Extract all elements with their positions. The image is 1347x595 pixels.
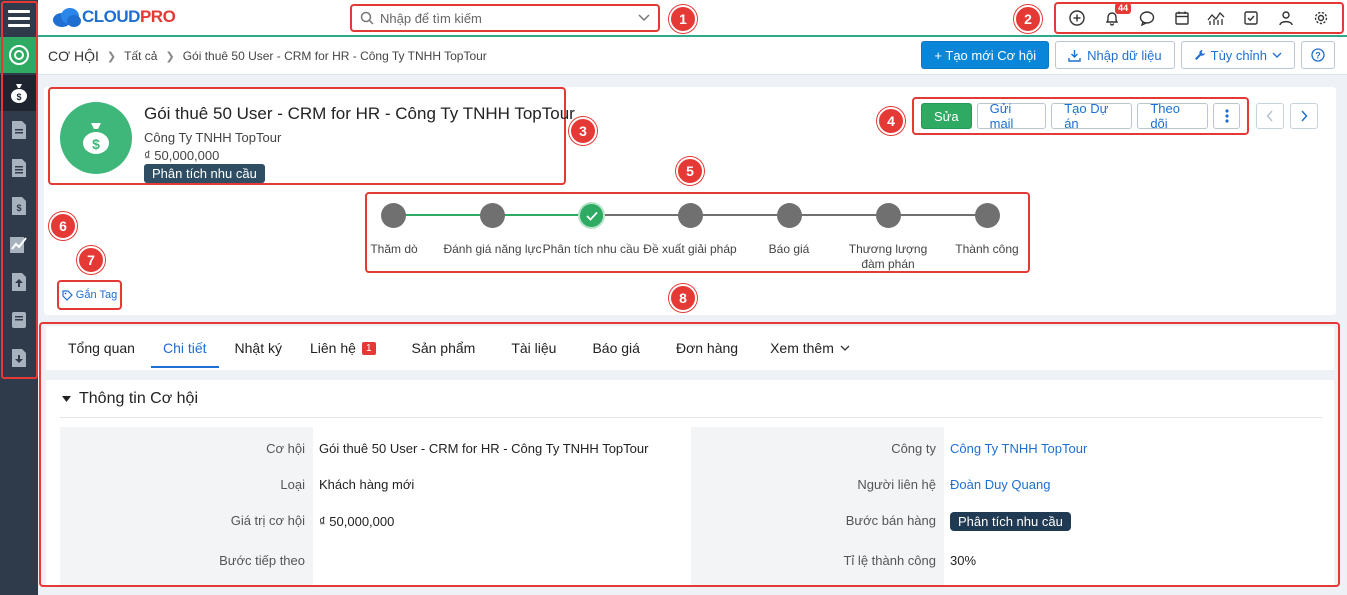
chevron-down-icon[interactable] bbox=[638, 14, 650, 22]
search-box[interactable] bbox=[350, 4, 660, 32]
more-actions-button[interactable] bbox=[1213, 103, 1241, 129]
rail-download-icon[interactable] bbox=[0, 340, 38, 376]
stage-label: Thành công bbox=[955, 242, 1019, 256]
customize-button[interactable]: Tùy chỉnh bbox=[1180, 41, 1295, 69]
gear-icon[interactable] bbox=[1310, 7, 1332, 29]
stage-dot[interactable] bbox=[678, 203, 703, 228]
breadcrumb-bar: CƠ HỘI ❯ Tất cả ❯ Gói thuê 50 User - CRM… bbox=[38, 37, 1347, 75]
chevron-left-icon bbox=[1266, 110, 1273, 122]
rail-list-icon[interactable] bbox=[0, 150, 38, 186]
stage-dot[interactable] bbox=[480, 203, 505, 228]
svg-text:$: $ bbox=[16, 203, 21, 213]
menu-icon[interactable] bbox=[0, 0, 38, 36]
edit-button[interactable]: Sửa bbox=[921, 103, 972, 129]
stage-connector bbox=[492, 214, 591, 216]
callout-marker: 2 bbox=[1014, 5, 1042, 33]
breadcrumb-root[interactable]: CƠ HỘI bbox=[48, 48, 99, 64]
breadcrumb-current: Gói thuê 50 User - CRM for HR - Công Ty … bbox=[182, 49, 487, 63]
download-icon bbox=[1068, 49, 1081, 62]
record-actions: Sửa Gửi mail Tạo Dự án Theo dõi bbox=[912, 97, 1249, 135]
record-stage-badge: Phân tích nhu cầu bbox=[144, 164, 265, 183]
breadcrumb: CƠ HỘI ❯ Tất cả ❯ Gói thuê 50 User - CRM… bbox=[48, 48, 487, 64]
chat-icon[interactable] bbox=[1136, 7, 1158, 29]
stage-dot-current[interactable] bbox=[578, 202, 605, 229]
callout-marker: 7 bbox=[77, 246, 105, 274]
stage-label: Đề xuất giải pháp bbox=[643, 242, 737, 256]
stage-label: Đánh giá năng lực bbox=[443, 242, 542, 256]
opportunity-avatar: $ bbox=[60, 102, 132, 174]
stage-connector bbox=[394, 214, 492, 216]
top-icon-bar: 44 bbox=[1054, 2, 1344, 34]
rail-report-icon[interactable] bbox=[0, 226, 38, 262]
cloud-logo-icon bbox=[52, 6, 82, 28]
create-project-button[interactable]: Tạo Dự án bbox=[1051, 101, 1133, 131]
task-check-icon[interactable] bbox=[1240, 7, 1262, 29]
kebab-icon bbox=[1224, 109, 1229, 123]
svg-text:$: $ bbox=[16, 92, 21, 102]
money-bag-icon: $ bbox=[83, 123, 109, 154]
send-mail-button[interactable]: Gửi mail bbox=[976, 101, 1047, 131]
search-input[interactable] bbox=[380, 10, 638, 26]
calendar-icon[interactable] bbox=[1171, 7, 1193, 29]
stage-label: Báo giá bbox=[768, 242, 810, 256]
stage-label: Phân tích nhu cầu bbox=[542, 242, 640, 256]
svg-text:?: ? bbox=[1315, 51, 1321, 61]
stage-dot[interactable] bbox=[381, 203, 406, 228]
rail-document-icon[interactable] bbox=[0, 112, 38, 148]
sales-stage-pipeline bbox=[365, 192, 1030, 273]
record-company[interactable]: Công Ty TNHH TopTour bbox=[144, 130, 281, 145]
help-button[interactable]: ? bbox=[1301, 41, 1335, 69]
rail-invoice-icon[interactable]: $ bbox=[0, 188, 38, 224]
callout-marker: 3 bbox=[569, 117, 597, 145]
wrench-icon bbox=[1194, 50, 1205, 60]
breadcrumb-all[interactable]: Tất cả bbox=[124, 49, 157, 63]
user-icon[interactable] bbox=[1275, 7, 1297, 29]
record-value: ₫ 50,000,000 bbox=[144, 148, 220, 163]
chevron-right-icon bbox=[1301, 110, 1308, 122]
chart-icon[interactable] bbox=[1205, 7, 1227, 29]
brand-name: CLOUDPRO bbox=[82, 7, 176, 26]
rail-dashboard-icon[interactable] bbox=[0, 37, 38, 73]
chevron-right-icon: ❯ bbox=[106, 50, 117, 63]
previous-record-button[interactable] bbox=[1256, 103, 1284, 129]
search-icon bbox=[360, 11, 374, 25]
rail-upload-icon[interactable] bbox=[0, 264, 38, 300]
stage-label: Thương lượng đàm phán bbox=[848, 242, 928, 271]
rail-book-icon[interactable] bbox=[0, 302, 38, 338]
callout-marker: 4 bbox=[877, 107, 905, 135]
record-title: Gói thuê 50 User - CRM for HR - Công Ty … bbox=[144, 104, 575, 123]
next-record-button[interactable] bbox=[1290, 103, 1318, 129]
follow-button[interactable]: Theo dõi bbox=[1137, 101, 1209, 131]
chevron-right-icon: ❯ bbox=[165, 50, 175, 63]
add-tag-button[interactable]: Gắn Tag bbox=[57, 280, 122, 310]
stage-dot[interactable] bbox=[777, 203, 802, 228]
stage-dot[interactable] bbox=[876, 203, 901, 228]
chevron-down-icon bbox=[1272, 52, 1282, 58]
create-opportunity-button[interactable]: + Tạo mới Cơ hội bbox=[921, 41, 1050, 69]
callout-marker: 8 bbox=[669, 284, 697, 312]
brand-logo[interactable]: CLOUDPRO bbox=[52, 6, 176, 28]
import-data-button[interactable]: Nhập dữ liệu bbox=[1055, 41, 1175, 69]
rail-opportunity-icon[interactable]: $ bbox=[0, 75, 38, 111]
check-icon bbox=[585, 211, 598, 221]
svg-text:$: $ bbox=[92, 136, 100, 152]
callout-marker: 1 bbox=[669, 5, 697, 33]
bell-icon[interactable]: 44 bbox=[1101, 3, 1132, 29]
add-circle-icon[interactable] bbox=[1066, 7, 1088, 29]
tag-icon bbox=[62, 289, 73, 301]
notification-count-badge: 44 bbox=[1115, 3, 1132, 14]
help-icon: ? bbox=[1311, 48, 1325, 62]
details-highlight bbox=[39, 322, 1340, 587]
stage-label: Thăm dò bbox=[370, 242, 418, 256]
callout-marker: 6 bbox=[49, 212, 77, 240]
stage-dot[interactable] bbox=[975, 203, 1000, 228]
callout-marker: 5 bbox=[676, 157, 704, 185]
left-rail: $ $ bbox=[0, 0, 38, 595]
